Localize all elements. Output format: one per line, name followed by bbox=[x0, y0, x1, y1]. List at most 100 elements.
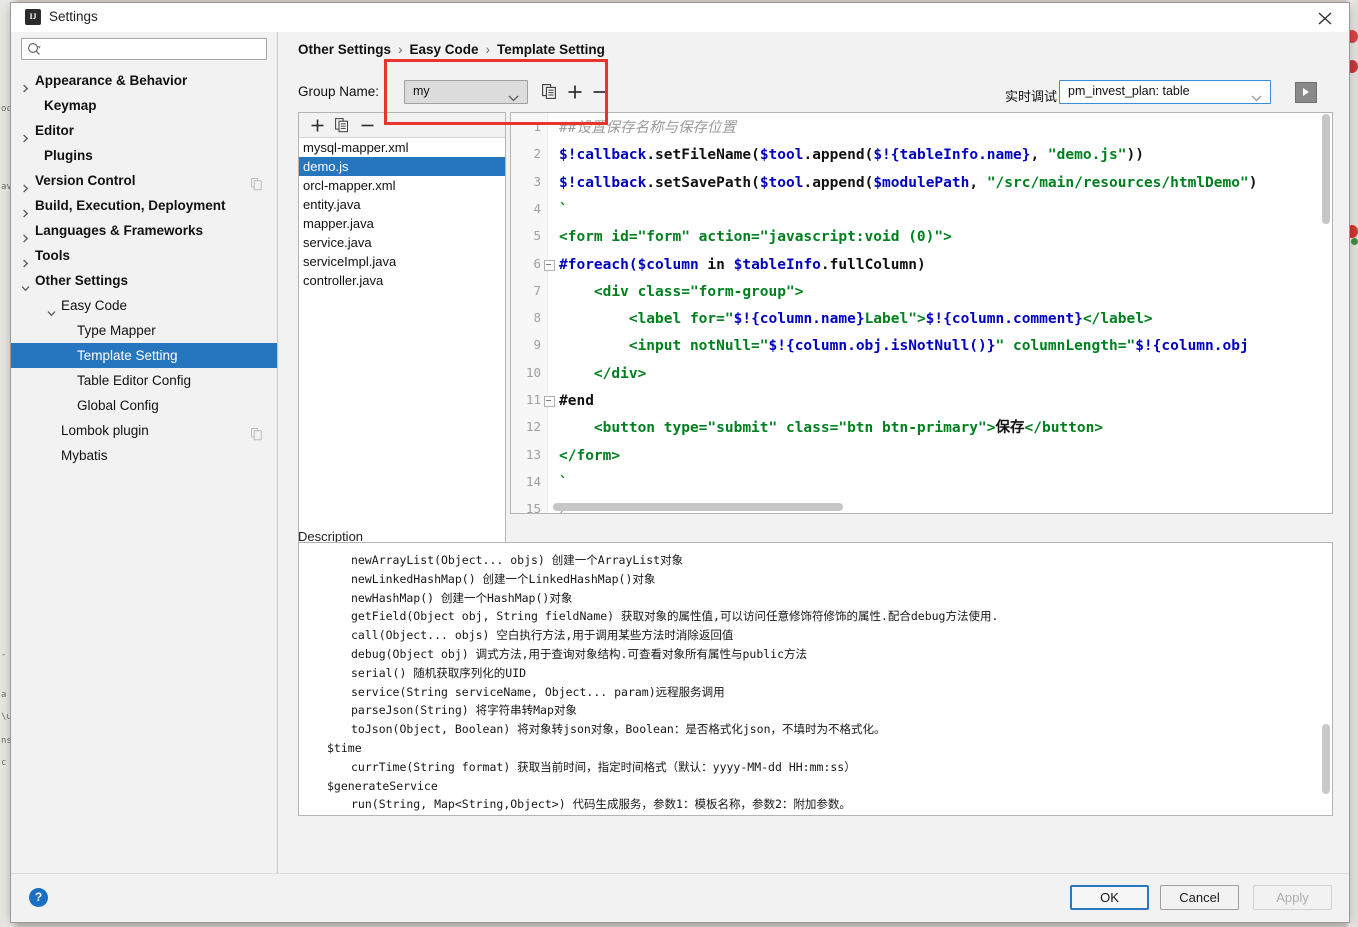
sidebar-item-appearance-behavior[interactable]: Appearance & Behavior bbox=[11, 68, 277, 93]
editor-horizontal-scrollbar[interactable] bbox=[553, 502, 1320, 512]
description-panel: newArrayList(Object... objs) 创建一个ArrayLi… bbox=[298, 542, 1333, 816]
code-fold-icon[interactable] bbox=[544, 396, 555, 407]
run-icon[interactable] bbox=[1295, 82, 1317, 103]
copy-group-button[interactable] bbox=[538, 80, 562, 104]
code-line: <label for="$!{column.name}Label">$!{col… bbox=[559, 310, 1153, 328]
remove-group-button[interactable] bbox=[588, 80, 612, 104]
breadcrumb-item[interactable]: Other Settings bbox=[298, 42, 391, 57]
sidebar-item-label: Global Config bbox=[77, 398, 159, 413]
sidebar-item-lombok-plugin[interactable]: Lombok plugin bbox=[11, 418, 277, 443]
add-group-button[interactable] bbox=[563, 80, 587, 104]
list-item[interactable]: service.java bbox=[299, 233, 505, 252]
sidebar-item-editor[interactable]: Editor bbox=[11, 118, 277, 143]
chevron-right-icon[interactable] bbox=[21, 251, 30, 268]
list-item[interactable]: mapper.java bbox=[299, 214, 505, 233]
code-token: in bbox=[698, 256, 734, 273]
code-token: .append( bbox=[803, 147, 874, 164]
ok-button[interactable]: OK bbox=[1070, 885, 1149, 910]
group-name-label: Group Name: bbox=[298, 84, 380, 99]
description-line: currTime(String format) 获取当前时间，指定时间格式（默认… bbox=[351, 759, 856, 774]
code-token: , bbox=[1030, 147, 1048, 164]
template-toolbar: Group Name: my 实时调试 pm_invest_plan: tabl… bbox=[298, 78, 1333, 108]
sidebar-item-type-mapper[interactable]: Type Mapper bbox=[11, 318, 277, 343]
sidebar-item-label: Type Mapper bbox=[77, 323, 156, 338]
remove-file-button[interactable] bbox=[357, 115, 379, 135]
chevron-down-icon[interactable] bbox=[47, 301, 56, 317]
chevron-right-icon[interactable] bbox=[21, 126, 30, 143]
help-icon[interactable] bbox=[29, 888, 48, 907]
editor-code-area[interactable]: ##设置保存名称与保存位置 $!callback.setFileName($too… bbox=[553, 113, 1332, 513]
chevron-right-icon[interactable] bbox=[21, 76, 30, 93]
code-token: $!{column.obj bbox=[1135, 338, 1249, 355]
sidebar-item-other-settings[interactable]: Other Settings bbox=[11, 268, 277, 293]
code-token: .setFileName( bbox=[646, 147, 760, 164]
sidebar-item-version-control[interactable]: Version Control bbox=[11, 168, 277, 193]
code-token: ) bbox=[916, 256, 926, 273]
sidebar-item-label: Build, Execution, Deployment bbox=[35, 198, 226, 213]
sidebar-item-label: Lombok plugin bbox=[61, 423, 149, 438]
sidebar-item-mybatis[interactable]: Mybatis bbox=[11, 443, 277, 468]
search-input-box[interactable] bbox=[21, 38, 267, 60]
code-token: ) bbox=[1248, 174, 1258, 191]
list-item[interactable]: orcl-mapper.xml bbox=[299, 176, 505, 195]
cancel-button[interactable]: Cancel bbox=[1160, 885, 1239, 910]
chevron-right-icon[interactable] bbox=[21, 201, 30, 218]
screenshot-root: oc av - a \u4e16 ns c Settings bbox=[0, 0, 1358, 927]
dialog-title: Settings bbox=[49, 9, 98, 24]
breadcrumb-item[interactable]: Easy Code bbox=[410, 42, 479, 57]
code-token: <button type="submit" class="btn btn-pri… bbox=[559, 420, 996, 437]
code-token: $tool bbox=[759, 147, 804, 164]
close-icon[interactable] bbox=[1309, 6, 1341, 30]
list-item[interactable]: mysql-mapper.xml bbox=[299, 138, 505, 157]
code-token: <form id="form" action="javascript:void … bbox=[559, 229, 952, 246]
search-icon bbox=[27, 42, 42, 59]
code-token: $!callback bbox=[559, 147, 647, 164]
line-number: 5 bbox=[533, 228, 541, 244]
sidebar-item-label: Version Control bbox=[35, 173, 136, 188]
description-line: service(String serviceName, Object... pa… bbox=[351, 684, 725, 699]
sidebar-item-build-execution-deployment[interactable]: Build, Execution, Deployment bbox=[11, 193, 277, 218]
template-code-editor[interactable]: 1234567891011121314151617 ##设置保存名称与保存位置$… bbox=[510, 112, 1333, 514]
sidebar-item-table-editor-config[interactable]: Table Editor Config bbox=[11, 368, 277, 393]
code-token: "/src/main/resources/htmlDemo" bbox=[986, 174, 1249, 191]
sidebar-item-plugins[interactable]: Plugins bbox=[11, 143, 277, 168]
list-item[interactable]: entity.java bbox=[299, 195, 505, 214]
sidebar-item-template-setting[interactable]: Template Setting bbox=[11, 343, 277, 368]
settings-content: Other Settings › Easy Code › Template Settin… bbox=[278, 32, 1349, 874]
sidebar-item-global-config[interactable]: Global Config bbox=[11, 393, 277, 418]
list-item[interactable]: controller.java bbox=[299, 271, 505, 290]
copy-file-button[interactable] bbox=[332, 115, 354, 135]
line-number: 13 bbox=[525, 446, 541, 462]
sidebar-item-languages-frameworks[interactable]: Languages & Frameworks bbox=[11, 218, 277, 243]
description-scrollbar[interactable] bbox=[1321, 544, 1331, 814]
line-number: 2 bbox=[533, 146, 541, 162]
sidebar-item-tools[interactable]: Tools bbox=[11, 243, 277, 268]
list-item[interactable]: serviceImpl.java bbox=[299, 252, 505, 271]
breadcrumb: Other Settings › Easy Code › Template Settin… bbox=[298, 42, 605, 57]
chevron-right-icon[interactable] bbox=[21, 176, 30, 193]
code-token: </div> bbox=[559, 365, 647, 382]
code-token: $!{column.name} bbox=[733, 311, 865, 328]
group-name-select[interactable]: my bbox=[404, 80, 528, 104]
chevron-right-icon[interactable] bbox=[21, 226, 30, 243]
sidebar-item-keymap[interactable]: Keymap bbox=[11, 93, 277, 118]
chevron-down-icon bbox=[1251, 90, 1262, 105]
list-item[interactable]: demo.js bbox=[299, 157, 505, 176]
add-file-button[interactable] bbox=[307, 115, 329, 135]
line-number: 3 bbox=[533, 173, 541, 189]
code-token: $modulePath bbox=[873, 174, 970, 191]
code-fold-icon[interactable] bbox=[544, 259, 555, 271]
code-token: <div class="form-group"> bbox=[559, 283, 804, 300]
sidebar-item-easy-code[interactable]: Easy Code bbox=[11, 293, 277, 318]
dialog-footer: OK Cancel Apply bbox=[11, 873, 1349, 922]
search-input[interactable] bbox=[47, 40, 263, 59]
sidebar-item-label: Template Setting bbox=[77, 348, 178, 363]
line-number: 15 bbox=[525, 501, 541, 514]
debug-table-select[interactable]: pm_invest_plan: table bbox=[1059, 80, 1271, 104]
chevron-down-icon[interactable] bbox=[21, 276, 30, 292]
sidebar-item-label: Tools bbox=[35, 248, 70, 263]
editor-vertical-scrollbar[interactable] bbox=[1321, 114, 1331, 501]
breadcrumb-separator: › bbox=[398, 42, 403, 57]
description-line: toJson(Object, Boolean) 将对象转json对象，Boole… bbox=[351, 722, 886, 737]
settings-sidebar: Appearance & Behavior Keymap Editor Plugins… bbox=[11, 32, 278, 874]
